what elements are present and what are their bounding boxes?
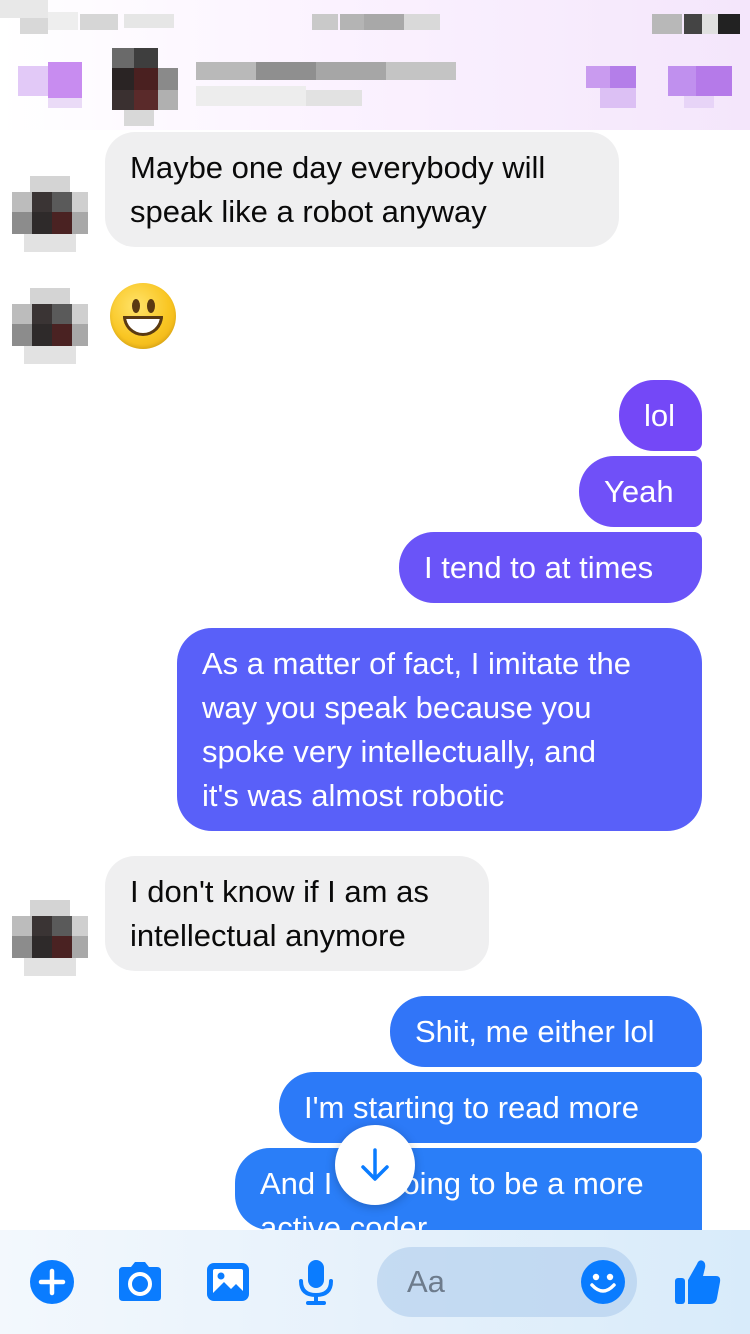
emoji-icon — [581, 1260, 625, 1304]
message-bubble-incoming[interactable]: Maybe one day everybody will speak like … — [105, 132, 619, 247]
message-bubble-outgoing[interactable]: I'm starting to read more — [279, 1072, 702, 1143]
contact-avatar[interactable] — [12, 900, 88, 976]
thumbs-up-icon — [675, 1260, 721, 1304]
photo-icon — [207, 1263, 249, 1301]
message-bubble-outgoing[interactable]: And Ioing to be a more active coder — [235, 1148, 702, 1230]
message-line: As a matter of fact, I imitate the — [202, 646, 632, 681]
contact-avatar[interactable] — [12, 288, 88, 364]
contact-avatar[interactable] — [12, 176, 88, 252]
message-line: I'm starting to read more — [304, 1090, 639, 1125]
message-line: spoke very intellectually, and — [202, 734, 597, 769]
message-bubble-outgoing[interactable]: Shit, me either lol — [390, 996, 702, 1067]
message-bubble-outgoing[interactable]: As a matter of fact, I imitate the way y… — [177, 628, 702, 831]
message-composer — [0, 1230, 750, 1334]
message-line: I don't know if I am as — [130, 874, 429, 909]
photo-button[interactable] — [204, 1258, 252, 1306]
message-bubble-outgoing[interactable]: Yeah — [579, 456, 702, 527]
message-bubble-incoming[interactable]: I don't know if I am as intellectual any… — [105, 856, 489, 971]
message-line: Shit, me either lol — [415, 1014, 655, 1049]
message-line: active coder — [260, 1210, 428, 1230]
message-line: intellectual anymore — [130, 918, 406, 953]
camera-button[interactable] — [114, 1258, 166, 1306]
plus-button[interactable] — [28, 1258, 76, 1306]
message-line: I tend to at times — [424, 550, 654, 585]
plus-icon — [30, 1260, 74, 1304]
message-bubble-outgoing[interactable]: I tend to at times — [399, 532, 702, 603]
message-input-placeholder: Aa — [407, 1264, 445, 1299]
grinning-face-emoji-icon[interactable] — [110, 283, 176, 349]
message-line: speak like a robot anyway — [130, 194, 487, 229]
microphone-button[interactable] — [296, 1258, 336, 1306]
message-line: way you speak because you — [202, 690, 592, 725]
emoji-button[interactable] — [579, 1258, 627, 1306]
scroll-to-bottom-button[interactable] — [335, 1125, 415, 1205]
arrow-down-icon — [361, 1148, 389, 1181]
message-line: And Ioing to be a more — [260, 1166, 644, 1201]
microphone-icon — [299, 1260, 333, 1305]
chat-header — [0, 0, 750, 130]
message-bubble-outgoing[interactable]: lol — [619, 380, 702, 451]
message-line: Maybe one day everybody will — [130, 150, 546, 185]
camera-icon — [119, 1262, 161, 1301]
like-button[interactable] — [672, 1258, 724, 1306]
message-line: lol — [644, 398, 676, 433]
message-line: it's was almost robotic — [202, 778, 505, 813]
message-line: Yeah — [604, 474, 674, 509]
